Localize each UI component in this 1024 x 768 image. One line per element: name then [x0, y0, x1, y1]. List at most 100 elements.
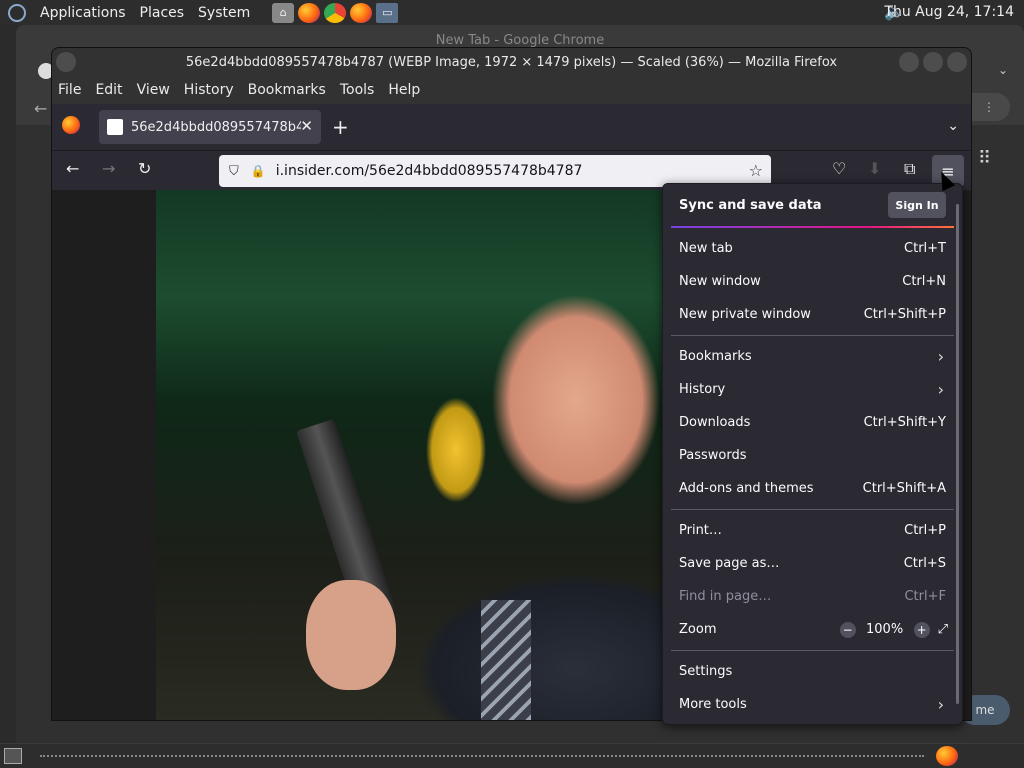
- apps-grid-icon[interactable]: ⠿: [978, 148, 991, 169]
- firefox-alt-launcher-icon[interactable]: [350, 2, 373, 23]
- menu-item-label: Settings: [679, 664, 733, 679]
- app-menu-panel: Sync and save data Sign In New tab Ctrl+T…: [662, 183, 963, 725]
- clock[interactable]: Thu Aug 24, 17:14: [884, 4, 1014, 20]
- menu-history[interactable]: History: [184, 82, 234, 98]
- window-list: [40, 755, 924, 757]
- close-window-icon[interactable]: [947, 52, 967, 72]
- menu-item-shortcut: Ctrl+P: [904, 523, 946, 538]
- zoom-in-icon[interactable]: +: [913, 621, 930, 638]
- menu-item-shortcut: Ctrl+S: [903, 556, 946, 571]
- zoom-out-icon[interactable]: −: [839, 621, 856, 638]
- top-panel-menus: Applications Places System: [8, 3, 250, 22]
- home-folder-icon[interactable]: ⌂: [272, 2, 295, 23]
- arrow-left-icon[interactable]: ←: [66, 159, 79, 178]
- menu-item-new-tab[interactable]: New tab Ctrl+T: [663, 232, 962, 265]
- menu-item-passwords[interactable]: Passwords: [663, 439, 962, 472]
- menu-item-save-page[interactable]: Save page as… Ctrl+S: [663, 547, 962, 580]
- downloads-icon[interactable]: ⬇: [868, 159, 881, 178]
- tab-label: 56e2d4bbdd089557478b4787: [131, 119, 301, 135]
- menu-item-label: New window: [679, 274, 761, 289]
- chevron-right-icon: ›: [937, 380, 944, 399]
- menu-item-label: More tools: [679, 697, 747, 712]
- menu-bookmarks[interactable]: Bookmarks: [248, 82, 326, 98]
- menu-file[interactable]: File: [58, 82, 81, 98]
- chrome-tab-list-icon[interactable]: ⌄: [998, 63, 1008, 77]
- displayed-photo[interactable]: [156, 190, 696, 720]
- tab-close-icon[interactable]: ✕: [300, 117, 313, 135]
- menu-item-history[interactable]: History ›: [663, 373, 962, 406]
- photo-detail-tie: [481, 600, 531, 720]
- menu-item-label: New tab: [679, 241, 733, 256]
- tab-favicon-icon: [107, 119, 123, 135]
- maximize-icon[interactable]: [923, 52, 943, 72]
- menu-item-label: Add-ons and themes: [679, 481, 814, 496]
- menu-item-new-private-window[interactable]: New private window Ctrl+Shift+P: [663, 298, 962, 331]
- bottom-panel: [0, 743, 1024, 768]
- menu-item-more-tools[interactable]: More tools ›: [663, 688, 962, 721]
- menu-item-label: Bookmarks: [679, 349, 752, 364]
- applications-menu[interactable]: Applications: [40, 5, 126, 21]
- chevron-right-icon: ›: [937, 347, 944, 366]
- menu-view[interactable]: View: [137, 82, 170, 98]
- menu-item-print[interactable]: Print… Ctrl+P: [663, 514, 962, 547]
- zoom-controls: − 100% + ⤢: [839, 621, 948, 638]
- kebab-menu-icon[interactable]: ⋮: [983, 100, 995, 114]
- reload-icon[interactable]: ↻: [138, 159, 151, 178]
- menu-item-label: Downloads: [679, 415, 751, 430]
- zoom-reset-button[interactable]: 100%: [864, 622, 906, 637]
- chevron-right-icon: ›: [937, 695, 944, 714]
- show-desktop-icon[interactable]: [4, 748, 22, 764]
- menu-item-bookmarks[interactable]: Bookmarks ›: [663, 340, 962, 373]
- menu-item-label: Find in page…: [679, 589, 772, 604]
- firefox-launcher-icon[interactable]: [298, 2, 321, 23]
- menu-item-new-window[interactable]: New window Ctrl+N: [663, 265, 962, 298]
- chevron-down-icon[interactable]: ⌄: [947, 118, 959, 134]
- lock-icon[interactable]: 🔒: [251, 164, 266, 178]
- sync-header-label: Sync and save data: [679, 197, 822, 213]
- firefox-menubar: File Edit View History Bookmarks Tools H…: [52, 76, 971, 104]
- firefox-window-title: 56e2d4bbdd089557478b4787 (WEBP Image, 19…: [185, 54, 838, 70]
- menu-item-shortcut: Ctrl+F: [904, 589, 946, 604]
- menu-item-shortcut: Ctrl+Shift+A: [862, 481, 946, 496]
- window-menu-icon[interactable]: [56, 52, 76, 72]
- top-panel: Applications Places System ⌂ ▭ 🔈 Thu Aug…: [0, 0, 1024, 25]
- firefox-view-icon[interactable]: [62, 116, 80, 134]
- menu-separator: [671, 335, 954, 336]
- menu-tools[interactable]: Tools: [340, 82, 375, 98]
- terminal-launcher-icon[interactable]: ▭: [376, 2, 399, 23]
- tab-bar: 56e2d4bbdd089557478b4787 ✕ + ⌄: [52, 104, 971, 150]
- menu-separator: [671, 509, 954, 510]
- minimize-icon[interactable]: [899, 52, 919, 72]
- chrome-back-icon[interactable]: ←: [34, 99, 47, 118]
- url-text[interactable]: i.insider.com/56e2d4bbdd089557478b4787: [276, 163, 583, 179]
- menu-item-label: Save page as…: [679, 556, 780, 571]
- fullscreen-icon[interactable]: ⤢: [938, 622, 948, 637]
- tracking-shield-icon[interactable]: ⛉: [229, 164, 239, 179]
- menu-item-find-in-page: Find in page… Ctrl+F: [663, 580, 962, 613]
- new-tab-icon[interactable]: +: [332, 115, 349, 139]
- pocket-icon[interactable]: ♡: [832, 159, 846, 178]
- chrome-launcher-icon[interactable]: [324, 2, 347, 23]
- tab-image[interactable]: 56e2d4bbdd089557478b4787 ✕: [99, 110, 321, 144]
- menu-item-label: Print…: [679, 523, 722, 538]
- firefox-titlebar: 56e2d4bbdd089557478b4787 (WEBP Image, 19…: [52, 48, 971, 76]
- gnome-foot-icon[interactable]: [8, 3, 26, 22]
- sign-in-button[interactable]: Sign In: [888, 192, 946, 218]
- arrow-right-icon[interactable]: →: [102, 159, 115, 178]
- firefox-taskbar-icon[interactable]: [936, 746, 958, 766]
- bookmark-star-icon[interactable]: ☆: [749, 161, 763, 180]
- menu-item-downloads[interactable]: Downloads Ctrl+Shift+Y: [663, 406, 962, 439]
- sync-header: Sync and save data Sign In: [663, 184, 962, 226]
- extensions-icon[interactable]: ⧉: [904, 159, 915, 179]
- menu-scrollbar[interactable]: [956, 204, 959, 704]
- launcher-tray: ⌂ ▭: [272, 2, 399, 23]
- menu-item-zoom: Zoom − 100% + ⤢: [663, 613, 962, 646]
- menu-help[interactable]: Help: [388, 82, 420, 98]
- places-menu[interactable]: Places: [140, 5, 185, 21]
- menu-separator: [671, 650, 954, 651]
- menu-item-settings[interactable]: Settings: [663, 655, 962, 688]
- system-menu[interactable]: System: [198, 5, 250, 21]
- menu-edit[interactable]: Edit: [95, 82, 122, 98]
- menu-item-addons-themes[interactable]: Add-ons and themes Ctrl+Shift+A: [663, 472, 962, 505]
- chrome-partial-bottom-label: me: [975, 703, 995, 717]
